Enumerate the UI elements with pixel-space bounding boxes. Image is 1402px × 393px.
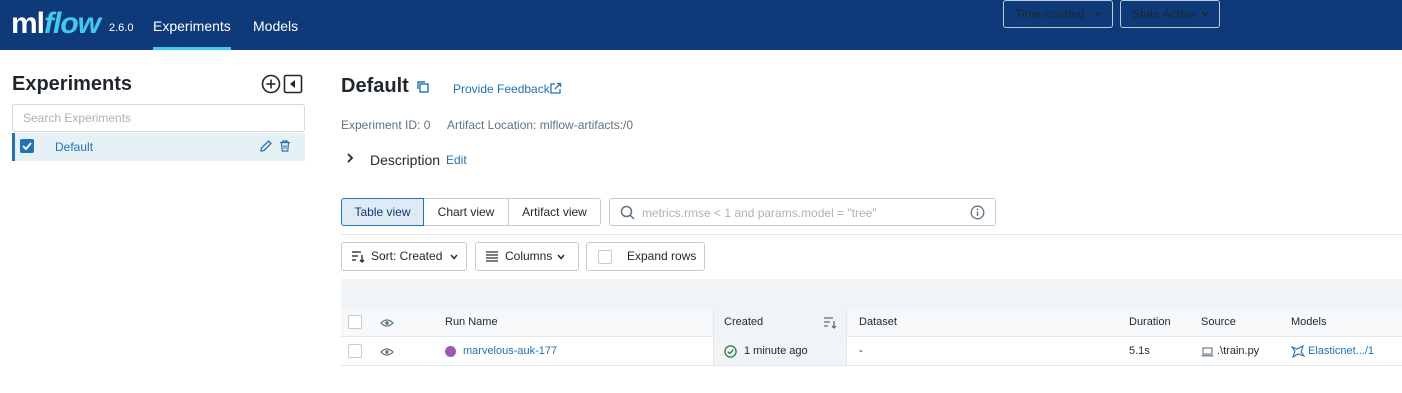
info-icon[interactable] [970, 205, 985, 220]
chevron-down-icon [1201, 11, 1209, 17]
column-header-run-name[interactable]: Run Name [445, 316, 498, 328]
duration-value: 5.1s [1129, 345, 1150, 357]
columns-dropdown[interactable]: Columns [475, 242, 579, 271]
description-label[interactable]: Description [370, 152, 440, 168]
sort-label: Sort: Created [371, 249, 443, 263]
tab-models[interactable]: Models [253, 0, 298, 50]
collapse-sidebar-icon[interactable] [283, 74, 303, 94]
edit-icon[interactable] [259, 139, 273, 153]
artifact-view-button[interactable]: Artifact view [508, 198, 601, 226]
artifact-location: Artifact Location: mlflow-artifacts:/0 [447, 118, 634, 132]
chart-view-button[interactable]: Chart view [423, 198, 509, 226]
column-header-created[interactable]: Created [724, 316, 763, 328]
time-created-label: Time created [1015, 7, 1085, 21]
expand-rows-toggle[interactable]: Expand rows [586, 242, 705, 271]
state-dropdown[interactable]: State Active [1120, 0, 1220, 28]
row-select-checkbox[interactable] [348, 344, 362, 358]
state-label: State Active [1132, 7, 1196, 21]
column-header-duration[interactable]: Duration [1129, 316, 1171, 328]
expand-rows-label: Expand rows [627, 249, 697, 263]
run-filter-input[interactable]: metrics.rmse < 1 and params.model = "tre… [609, 198, 996, 226]
column-header-dataset[interactable]: Dataset [859, 316, 897, 328]
time-created-dropdown[interactable]: Time created [1003, 0, 1113, 28]
logo-ml-text: ml [11, 7, 45, 40]
logo-flow-text: flow [44, 7, 101, 40]
table-view-button[interactable]: Table view [341, 198, 424, 226]
created-time: 1 minute ago [744, 345, 808, 357]
sort-descending-icon[interactable] [823, 316, 837, 329]
mlflow-logo[interactable]: ml flow [11, 4, 101, 44]
table-group-header [341, 279, 1402, 309]
version-label: 2.6.0 [109, 22, 134, 34]
laptop-icon [1201, 347, 1214, 357]
search-icon [620, 205, 635, 220]
experiment-name[interactable]: Default [55, 140, 93, 154]
columns-label: Columns [505, 249, 553, 263]
column-header-source[interactable]: Source [1201, 316, 1236, 328]
chevron-down-icon [1094, 11, 1102, 17]
chevron-down-icon [557, 254, 565, 260]
source-value[interactable]: .\train.py [1217, 345, 1259, 357]
toolbar-divider [341, 234, 1402, 235]
sidebar-item-default[interactable]: Default [12, 133, 305, 161]
dataset-value: - [859, 345, 863, 357]
sort-dropdown[interactable]: Sort: Created [341, 242, 467, 271]
sort-icon [352, 251, 365, 263]
status-success-icon [724, 345, 737, 358]
create-experiment-icon[interactable] [261, 74, 281, 94]
experiment-checkbox[interactable] [20, 139, 34, 153]
provide-feedback-link[interactable]: Provide Feedback [453, 82, 550, 96]
page-title: Default [341, 75, 409, 97]
experiment-id: Experiment ID: 0 [341, 118, 431, 132]
visibility-eye-icon[interactable] [380, 347, 394, 357]
sidebar-title: Experiments [12, 73, 133, 95]
column-header-models[interactable]: Models [1291, 316, 1326, 328]
tab-experiments[interactable]: Experiments [153, 0, 231, 50]
visibility-eye-icon[interactable] [380, 318, 394, 328]
select-all-checkbox[interactable] [348, 315, 362, 329]
trash-icon[interactable] [278, 139, 292, 153]
run-name-link[interactable]: marvelous-auk-177 [463, 345, 557, 357]
copy-icon[interactable] [416, 80, 430, 94]
run-color-dot [445, 346, 456, 357]
chevron-down-icon [450, 254, 458, 260]
columns-icon [486, 251, 498, 262]
search-experiments-input[interactable] [12, 104, 305, 132]
filter-placeholder: metrics.rmse < 1 and params.model = "tre… [642, 206, 877, 220]
expand-rows-checkbox[interactable] [598, 250, 612, 264]
external-link-icon[interactable] [549, 82, 562, 95]
model-link[interactable]: Elasticnet.../1 [1308, 345, 1374, 357]
model-icon [1291, 345, 1305, 358]
chevron-right-icon[interactable] [345, 152, 355, 164]
description-edit-link[interactable]: Edit [446, 153, 467, 167]
